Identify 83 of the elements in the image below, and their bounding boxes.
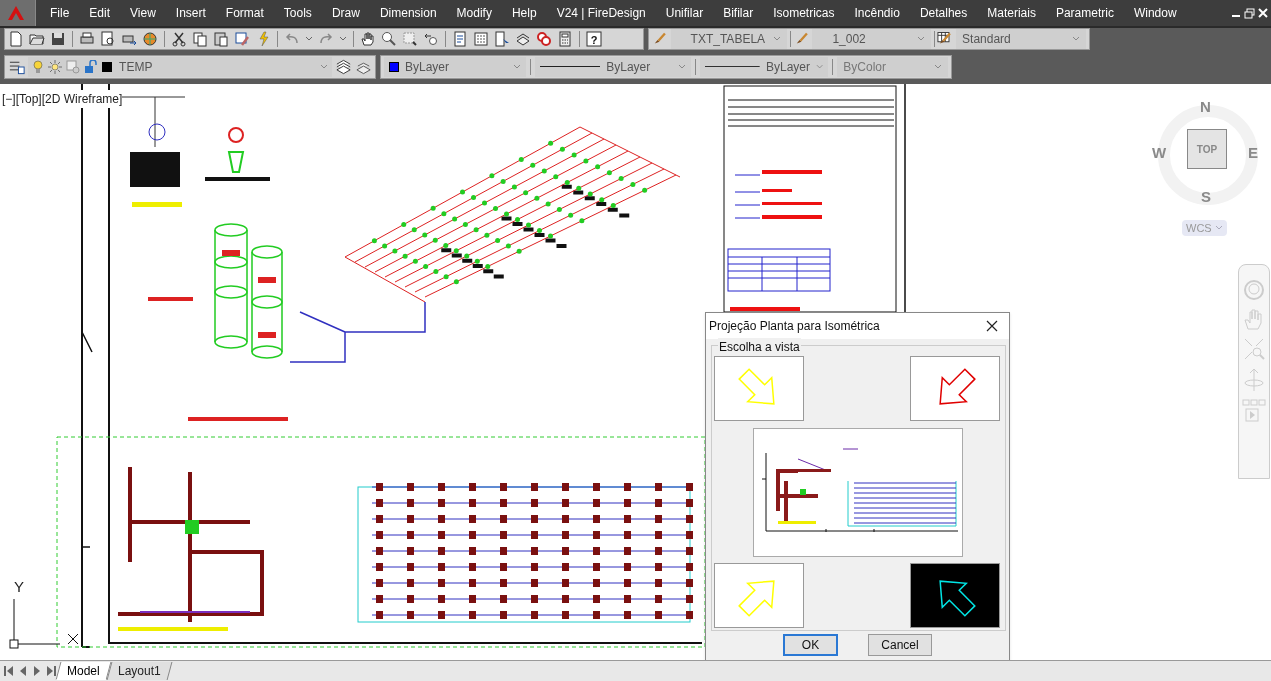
restore-icon[interactable] [1244,7,1255,19]
color-dropdown[interactable]: ByLayer [384,57,527,77]
make-current-layer-icon[interactable] [334,58,352,76]
menu-item[interactable]: Bifilar [713,4,764,22]
caret-icon [305,36,313,42]
open-folder-icon[interactable] [29,31,45,47]
first-tab-icon[interactable] [2,664,16,678]
y-axis-label: Y [14,577,24,597]
caret-icon [678,64,687,70]
view-direction-option[interactable] [910,356,1000,421]
sun-icon [48,60,63,74]
menu-item[interactable]: Format [215,4,274,22]
viewport-freeze-icon [66,60,81,74]
menu-item[interactable]: Draw [321,4,370,22]
menu-item[interactable]: Incêndio [844,4,910,22]
copy-icon[interactable] [192,31,208,47]
menu-item[interactable]: View [120,4,166,22]
design-center-icon[interactable] [473,31,489,47]
last-tab-icon[interactable] [44,664,58,678]
caret-icon [772,36,781,42]
caret-icon [934,64,942,70]
dimension-style-dropdown[interactable]: 1_002 [812,29,931,49]
zoom-previous-icon[interactable] [423,31,439,47]
menu-item[interactable]: Materiais [977,4,1046,22]
menu-item[interactable]: Insert [165,4,216,22]
menu-item[interactable]: Help [501,4,547,22]
menu-item[interactable]: Parametric [1045,4,1124,22]
menu-item[interactable]: V24 | FireDesign [546,4,656,22]
line-sample-icon [705,65,760,69]
caret-icon [339,36,347,42]
markup-icon[interactable] [536,31,552,47]
menu-item[interactable]: Detalhes [909,4,978,22]
text-style-dropdown[interactable]: TXT_TABELA [670,29,787,49]
layout-tab[interactable]: Layout1 [106,662,172,680]
close-icon[interactable] [986,320,998,332]
menu-item[interactable]: Tools [273,4,322,22]
scissors-icon[interactable] [171,31,187,47]
lineweight-dropdown[interactable]: ByLayer [700,57,829,77]
caret-icon [1072,36,1080,42]
sheet-set-icon[interactable] [515,31,531,47]
unlocked-padlock-icon [84,60,99,74]
menu-item[interactable]: Isometricas [763,4,845,22]
menu-item[interactable]: Unifilar [655,4,714,22]
tool-palette-icon[interactable] [494,31,510,47]
zoom-icon[interactable] [381,31,397,47]
help-icon[interactable]: ? [586,31,602,47]
layer-name: TEMP [119,59,154,76]
zoom-window-icon[interactable] [402,31,418,47]
printer-icon[interactable] [79,31,95,47]
viewport-controls-label[interactable]: [−][Top][2D Wireframe] [2,90,123,108]
layer-color-swatch [102,62,113,72]
view-direction-option[interactable] [910,563,1000,628]
caret-icon [1214,225,1223,231]
clipboard-icon[interactable] [213,31,229,47]
properties-icon[interactable] [452,31,468,47]
menu-item[interactable]: Modify [446,4,502,22]
save-icon[interactable] [50,31,66,47]
layer-dropdown[interactable]: TEMP [28,57,332,77]
ucs-axes-icon [9,598,79,649]
linetype-dropdown[interactable]: ByLayer [535,57,692,77]
dialog-title: Projeção Planta para Isométrica [709,318,880,335]
menu-item[interactable]: Dimension [369,4,447,22]
caret-icon [916,36,925,42]
color-swatch [389,62,399,72]
layout-tab[interactable]: Model [55,662,112,680]
light-bulb-icon [32,60,45,74]
table-style-dropdown[interactable]: Standard [956,29,1086,49]
drawing-canvas[interactable]: [−][Top][2D Wireframe] Y N W TOP E S WCS Projeção Planta para Isométrica Escolha a vista OK Cancel [0,84,1271,660]
caret-icon [513,64,522,70]
cancel-button[interactable]: Cancel [868,634,932,656]
caret-icon [816,64,824,70]
caret-icon [319,64,328,70]
ok-button[interactable]: OK [783,634,838,656]
hand-icon[interactable] [360,31,376,47]
menu-item[interactable]: File [40,4,80,22]
menu-item[interactable]: Edit [79,4,121,22]
calculator-icon[interactable] [557,31,573,47]
brush-icon[interactable] [234,31,250,47]
line-sample-icon [540,65,601,69]
menu-item[interactable]: Window [1123,4,1187,22]
new-file-icon[interactable] [8,31,24,47]
preview-icon[interactable] [100,31,116,47]
globe-icon[interactable] [142,31,158,47]
